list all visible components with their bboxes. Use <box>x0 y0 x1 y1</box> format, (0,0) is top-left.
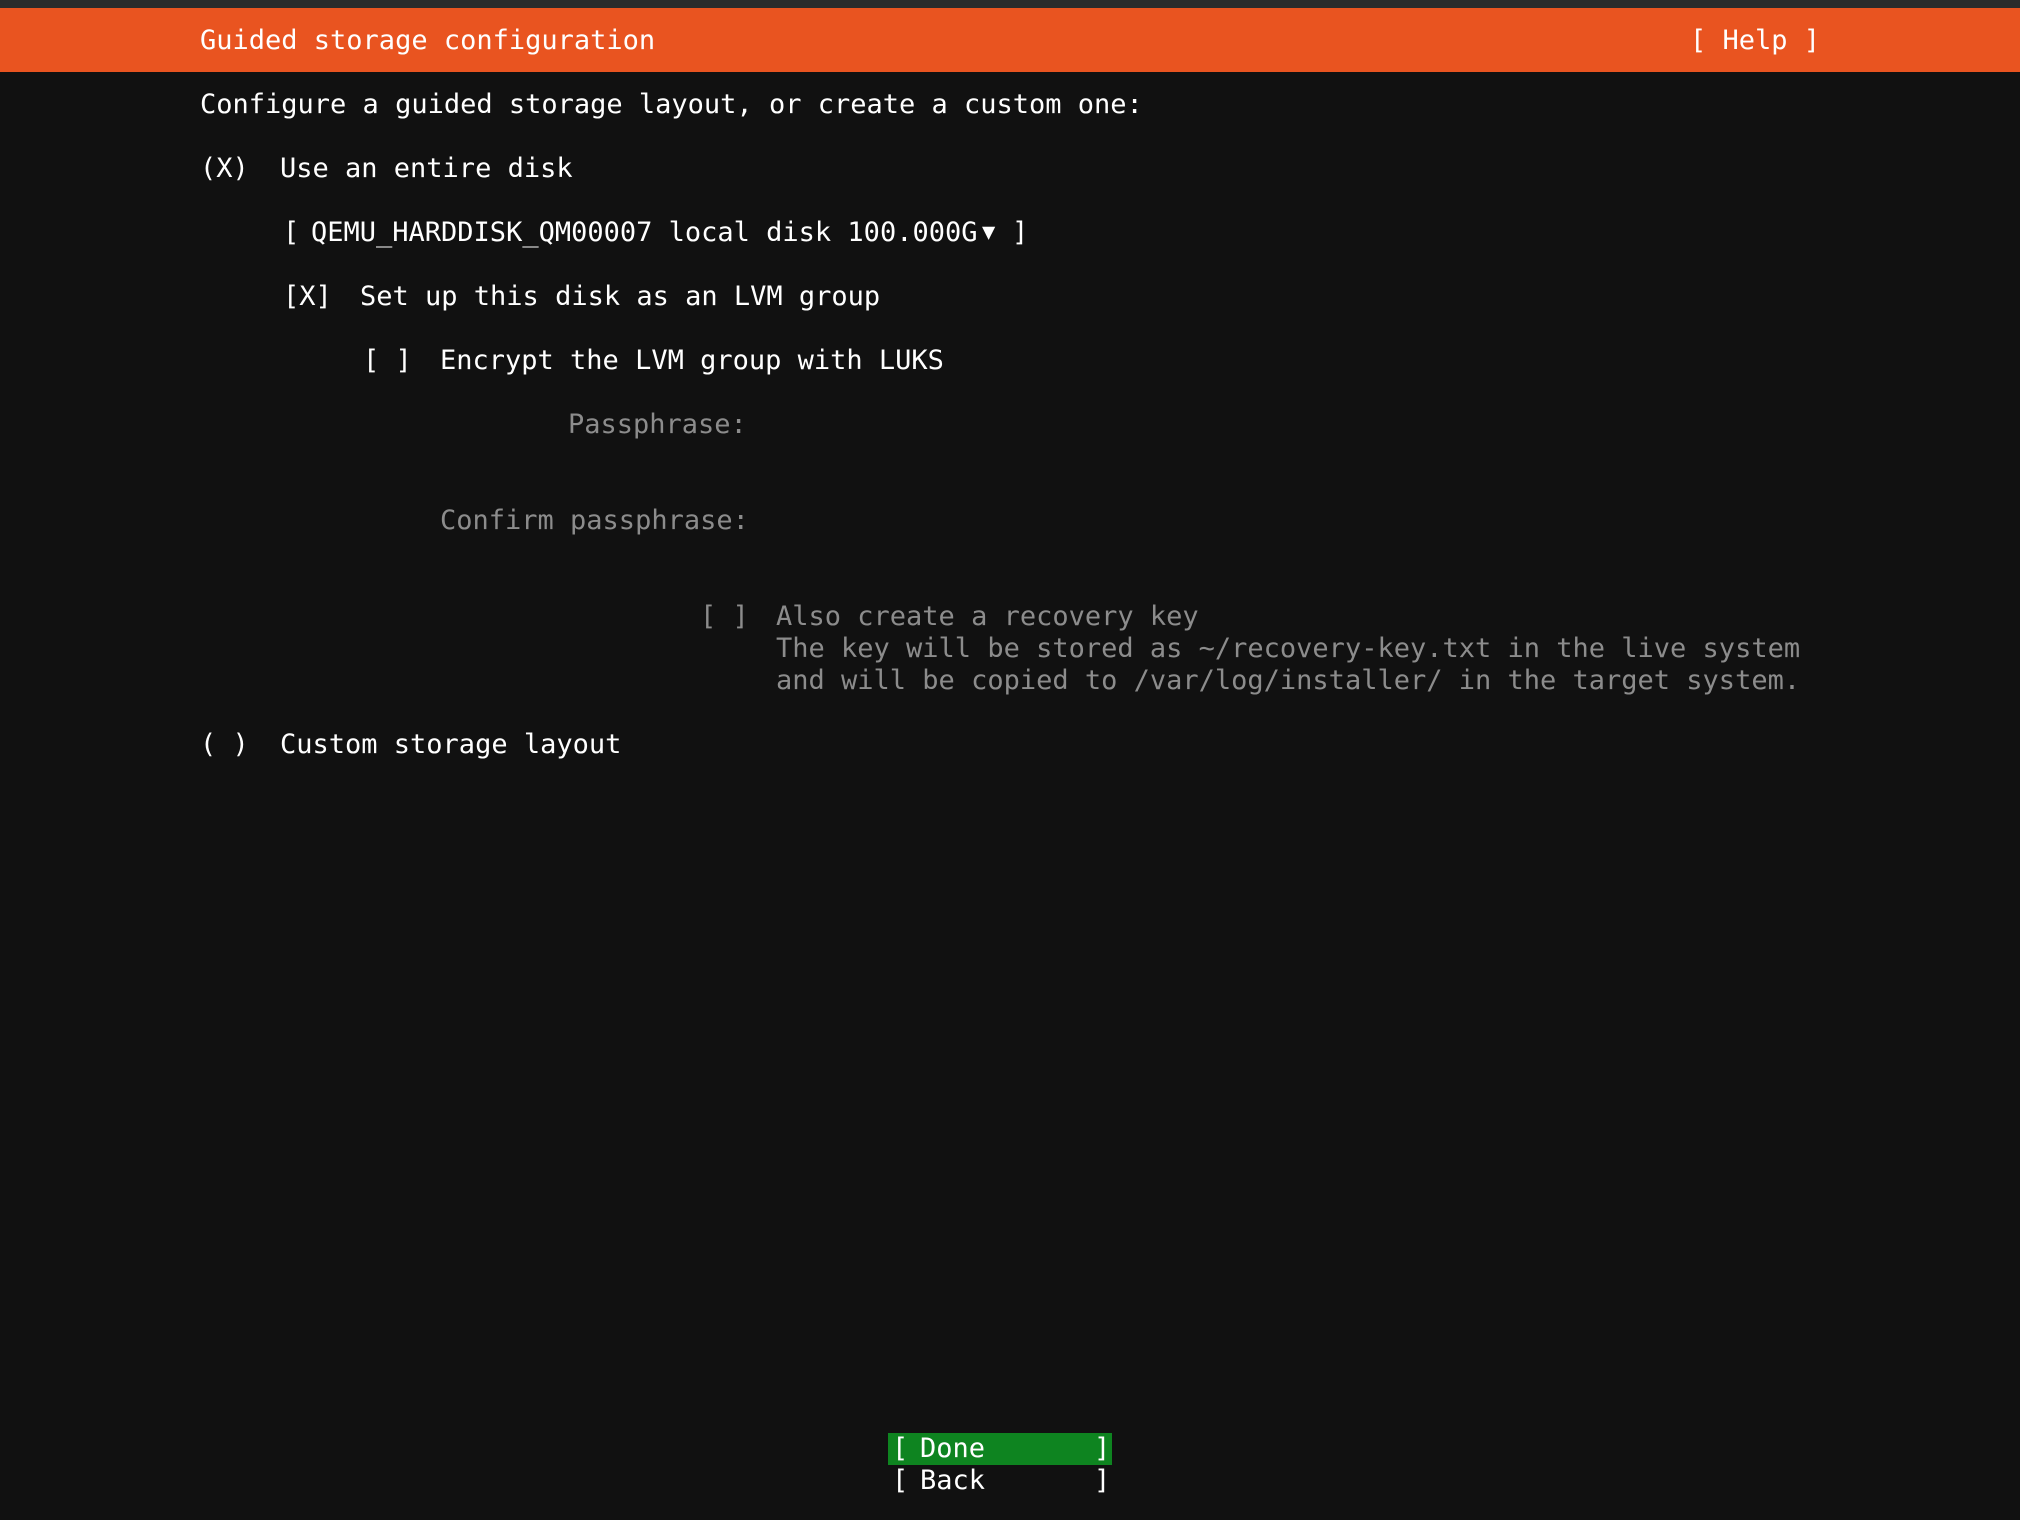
header-bar: Guided storage configuration [ Help ] <box>0 8 2020 72</box>
recovery-key-description-line1: The key will be stored as ~/recovery-key… <box>776 633 1801 664</box>
luks-checkbox[interactable]: [ ] <box>363 345 412 377</box>
recovery-key-checkbox[interactable]: [ ] <box>700 601 749 633</box>
passphrase-label: Passphrase: <box>568 409 747 440</box>
back-button-close-bracket: ] <box>1094 1465 1111 1496</box>
custom-layout-label[interactable]: Custom storage layout <box>280 729 621 761</box>
done-button-label: Done <box>920 1433 986 1464</box>
help-button[interactable]: [ Help ] <box>1690 25 1820 57</box>
recovery-key-label[interactable]: Also create a recovery key <box>776 601 1199 633</box>
disk-selector-value[interactable]: QEMU_HARDDISK_QM00007 local disk 100.000… <box>311 217 977 249</box>
lvm-label[interactable]: Set up this disk as an LVM group <box>360 281 880 313</box>
recovery-key-description-line2: and will be copied to /var/log/installer… <box>776 665 1801 696</box>
entire-disk-label[interactable]: Use an entire disk <box>280 153 573 185</box>
custom-layout-radio[interactable]: ( ) <box>200 729 249 761</box>
back-button[interactable]: [ Back ] <box>888 1465 1112 1497</box>
top-strip <box>0 0 2020 8</box>
page-title: Guided storage configuration <box>200 25 656 56</box>
luks-label[interactable]: Encrypt the LVM group with LUKS <box>440 345 944 377</box>
entire-disk-radio[interactable]: (X) <box>200 153 249 185</box>
disk-selector-close-bracket: ] <box>1012 217 1029 248</box>
back-button-open-bracket: [ <box>892 1465 909 1496</box>
lvm-checkbox[interactable]: [X] <box>283 281 332 313</box>
done-button-open-bracket: [ <box>892 1433 909 1464</box>
confirm-passphrase-label: Confirm passphrase: <box>440 505 749 536</box>
disk-selector-open-bracket: [ <box>283 217 300 248</box>
back-button-label: Back <box>920 1465 986 1496</box>
done-button-close-bracket: ] <box>1094 1433 1111 1464</box>
intro-text: Configure a guided storage layout, or cr… <box>200 89 1143 120</box>
done-button[interactable]: [ Done ] <box>888 1433 1112 1465</box>
chevron-down-icon[interactable]: ▼ <box>982 217 995 249</box>
